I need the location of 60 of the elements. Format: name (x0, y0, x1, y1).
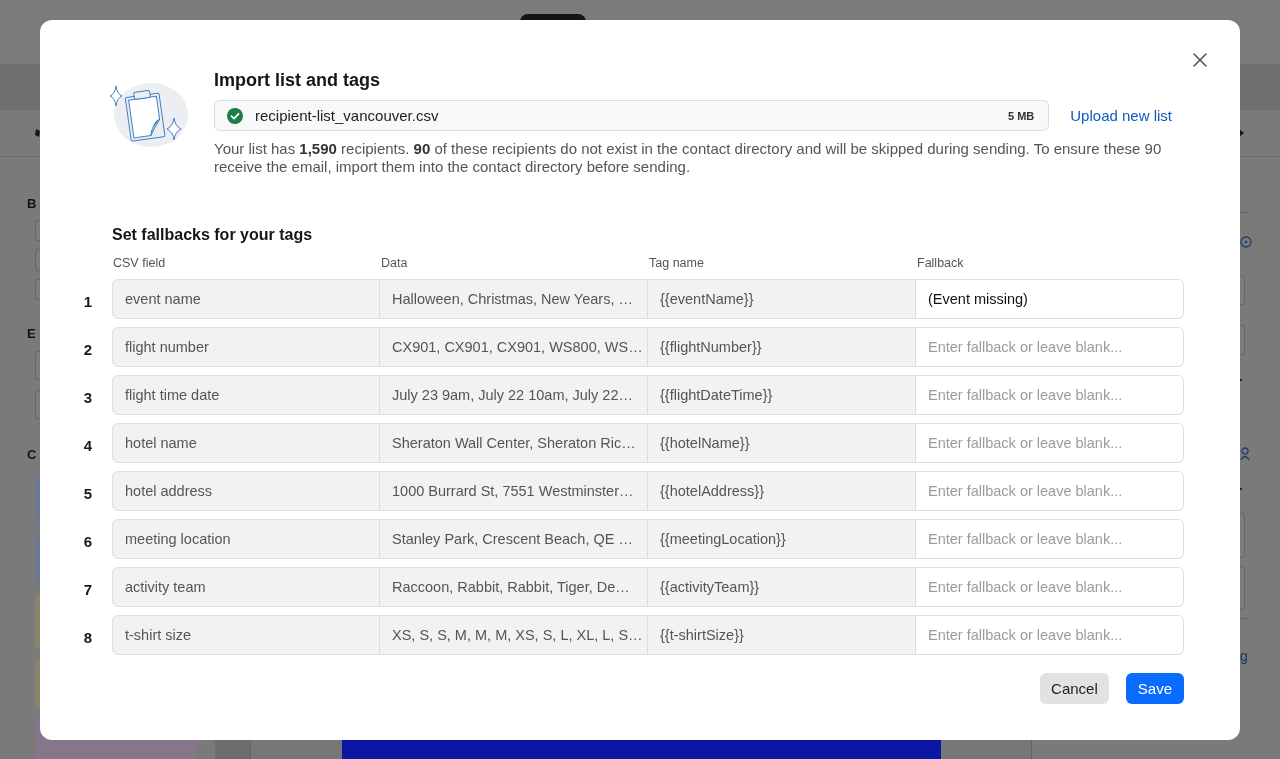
tag-name-cell: {{eventName}} (648, 279, 916, 319)
person-icon[interactable] (1240, 447, 1250, 461)
data-cell: XS, S, S, M, M, M, XS, S, L, XL, L, S… (380, 615, 648, 655)
fallback-input[interactable]: Enter fallback or leave blank... (916, 327, 1184, 367)
section-label: E (27, 327, 36, 342)
csv-field-cell: event name (112, 279, 380, 319)
tag-name-cell: {{flightDateTime}} (648, 375, 916, 415)
fallback-input[interactable]: Enter fallback or leave blank... (916, 615, 1184, 655)
clipboard-sparkles-icon (108, 83, 188, 147)
tag-name-cell: {{meetingLocation}} (648, 519, 916, 559)
csv-field-cell: t-shirt size (112, 615, 380, 655)
fallback-input[interactable]: Enter fallback or leave blank... (916, 519, 1184, 559)
file-name: recipient-list_vancouver.csv (255, 107, 439, 124)
row-number: 2 (83, 341, 93, 358)
csv-field-cell: hotel address (112, 471, 380, 511)
row-number: 7 (83, 581, 93, 598)
file-size: 5 MB (1008, 109, 1035, 122)
tag-name-cell: {{t-shirtSize}} (648, 615, 916, 655)
csv-field-cell: meeting location (112, 519, 380, 559)
dialog-title: Import list and tags (214, 69, 382, 91)
data-cell: Sheraton Wall Center, Sheraton Ric… (380, 423, 648, 463)
data-cell: CX901, CX901, CX901, WS800, WS… (380, 327, 648, 367)
data-cell: Raccoon, Rabbit, Rabbit, Tiger, De… (380, 567, 648, 607)
column-header: CSV field (113, 256, 166, 270)
circle-icon[interactable] (1240, 236, 1252, 248)
row-number: 8 (83, 629, 93, 646)
row-number: 5 (83, 485, 93, 502)
tag-name-cell: {{activityTeam}} (648, 567, 916, 607)
fallback-input[interactable]: (Event missing) (916, 279, 1184, 319)
csv-field-cell: hotel name (112, 423, 380, 463)
column-header: Data (381, 256, 408, 270)
section-label: C (27, 448, 37, 462)
data-cell: 1000 Burrard St, 7551 Westminster… (380, 471, 648, 511)
row-number: 4 (83, 437, 93, 454)
tag-name-cell: {{flightNumber}} (648, 327, 916, 367)
data-cell: Stanley Park, Crescent Beach, QE … (380, 519, 648, 559)
row-number: 6 (83, 533, 93, 550)
check-icon (227, 107, 243, 124)
section-title: Set fallbacks for your tags (112, 225, 314, 245)
upload-link[interactable]: Upload new list (1070, 107, 1172, 124)
tag-name-cell: {{hotelName}} (648, 423, 916, 463)
column-header: Tag name (649, 256, 704, 270)
fallback-input[interactable]: Enter fallback or leave blank... (916, 471, 1184, 511)
data-cell: Halloween, Christmas, New Years, … (380, 279, 648, 319)
csv-field-cell: flight number (112, 327, 380, 367)
data-cell: July 23 9am, July 22 10am, July 22… (380, 375, 648, 415)
fallback-input[interactable]: Enter fallback or leave blank... (916, 567, 1184, 607)
fallback-input[interactable]: Enter fallback or leave blank... (916, 423, 1184, 463)
row-number: 1 (83, 293, 93, 310)
column-header: Fallback (917, 256, 964, 270)
recipients-summary: Your list has 1,590 recipients. 90 of these recipients do not exist in the contact directory and will be skipped during sending. To ensure these 90 receive the email, import them into the contact directory before sending. (214, 140, 1163, 176)
row-number: 3 (83, 389, 93, 406)
tag-name-cell: {{hotelAddress}} (648, 471, 916, 511)
fallback-input[interactable]: Enter fallback or leave blank... (916, 375, 1184, 415)
csv-field-cell: activity team (112, 567, 380, 607)
section-label: B (27, 197, 37, 211)
close-icon (1193, 53, 1207, 67)
save-button[interactable]: Save (1125, 673, 1184, 704)
csv-field-cell: flight time date (112, 375, 380, 415)
cancel-button[interactable]: Cancel (1040, 673, 1109, 704)
